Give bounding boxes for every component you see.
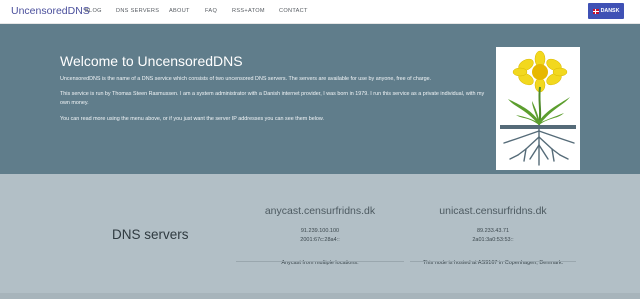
nav-rss-atom[interactable]: RSS+ATOM — [232, 8, 265, 14]
danish-flag-icon — [592, 8, 599, 14]
dandelion-logo — [496, 47, 580, 170]
about-paragraph: This service is run by Thomas Steen Rasm… — [60, 91, 485, 106]
nav-dns-servers[interactable]: DNS SERVERS — [116, 8, 159, 14]
divider — [236, 261, 404, 262]
welcome-section: Welcome to UncensoredDNS UncensoredDNS i… — [0, 24, 640, 174]
server-ipv4: 91.239.100.100 — [300, 228, 340, 234]
section-title: DNS servers — [112, 227, 189, 242]
server-anycast: anycast.censurfridns.dk 91.239.100.100 2… — [235, 205, 405, 266]
divider — [410, 261, 576, 262]
nav-about[interactable]: ABOUT — [169, 8, 190, 14]
menu-hint-paragraph: You can read more using the menu above, … — [60, 116, 324, 122]
server-unicast: unicast.censurfridns.dk 89.233.43.71 2a0… — [408, 205, 578, 266]
nav-contact[interactable]: CONTACT — [279, 8, 308, 14]
server-hostname: anycast.censurfridns.dk — [264, 205, 376, 217]
top-navbar: UncensoredDNS BLOG DNS SERVERS ABOUT FAQ… — [0, 0, 640, 24]
dns-servers-section: DNS servers anycast.censurfridns.dk 91.2… — [0, 174, 640, 299]
server-ipv6: 2a01:3a0:53:53:: — [472, 237, 514, 243]
server-ipv4: 89.233.43.71 — [476, 228, 510, 234]
nav-blog[interactable]: BLOG — [85, 8, 102, 14]
language-button[interactable]: DANSK — [588, 3, 624, 19]
server-ipv6: 2001:67c:28a4:: — [300, 237, 340, 243]
page-title: Welcome to UncensoredDNS — [60, 53, 243, 69]
brand-link[interactable]: UncensoredDNS — [11, 5, 90, 17]
next-section-edge — [0, 293, 640, 299]
intro-paragraph: UncensoredDNS is the name of a DNS servi… — [60, 76, 432, 82]
language-label: DANSK — [600, 8, 620, 14]
server-hostname: unicast.censurfridns.dk — [439, 205, 547, 217]
nav-faq[interactable]: FAQ — [205, 8, 217, 14]
